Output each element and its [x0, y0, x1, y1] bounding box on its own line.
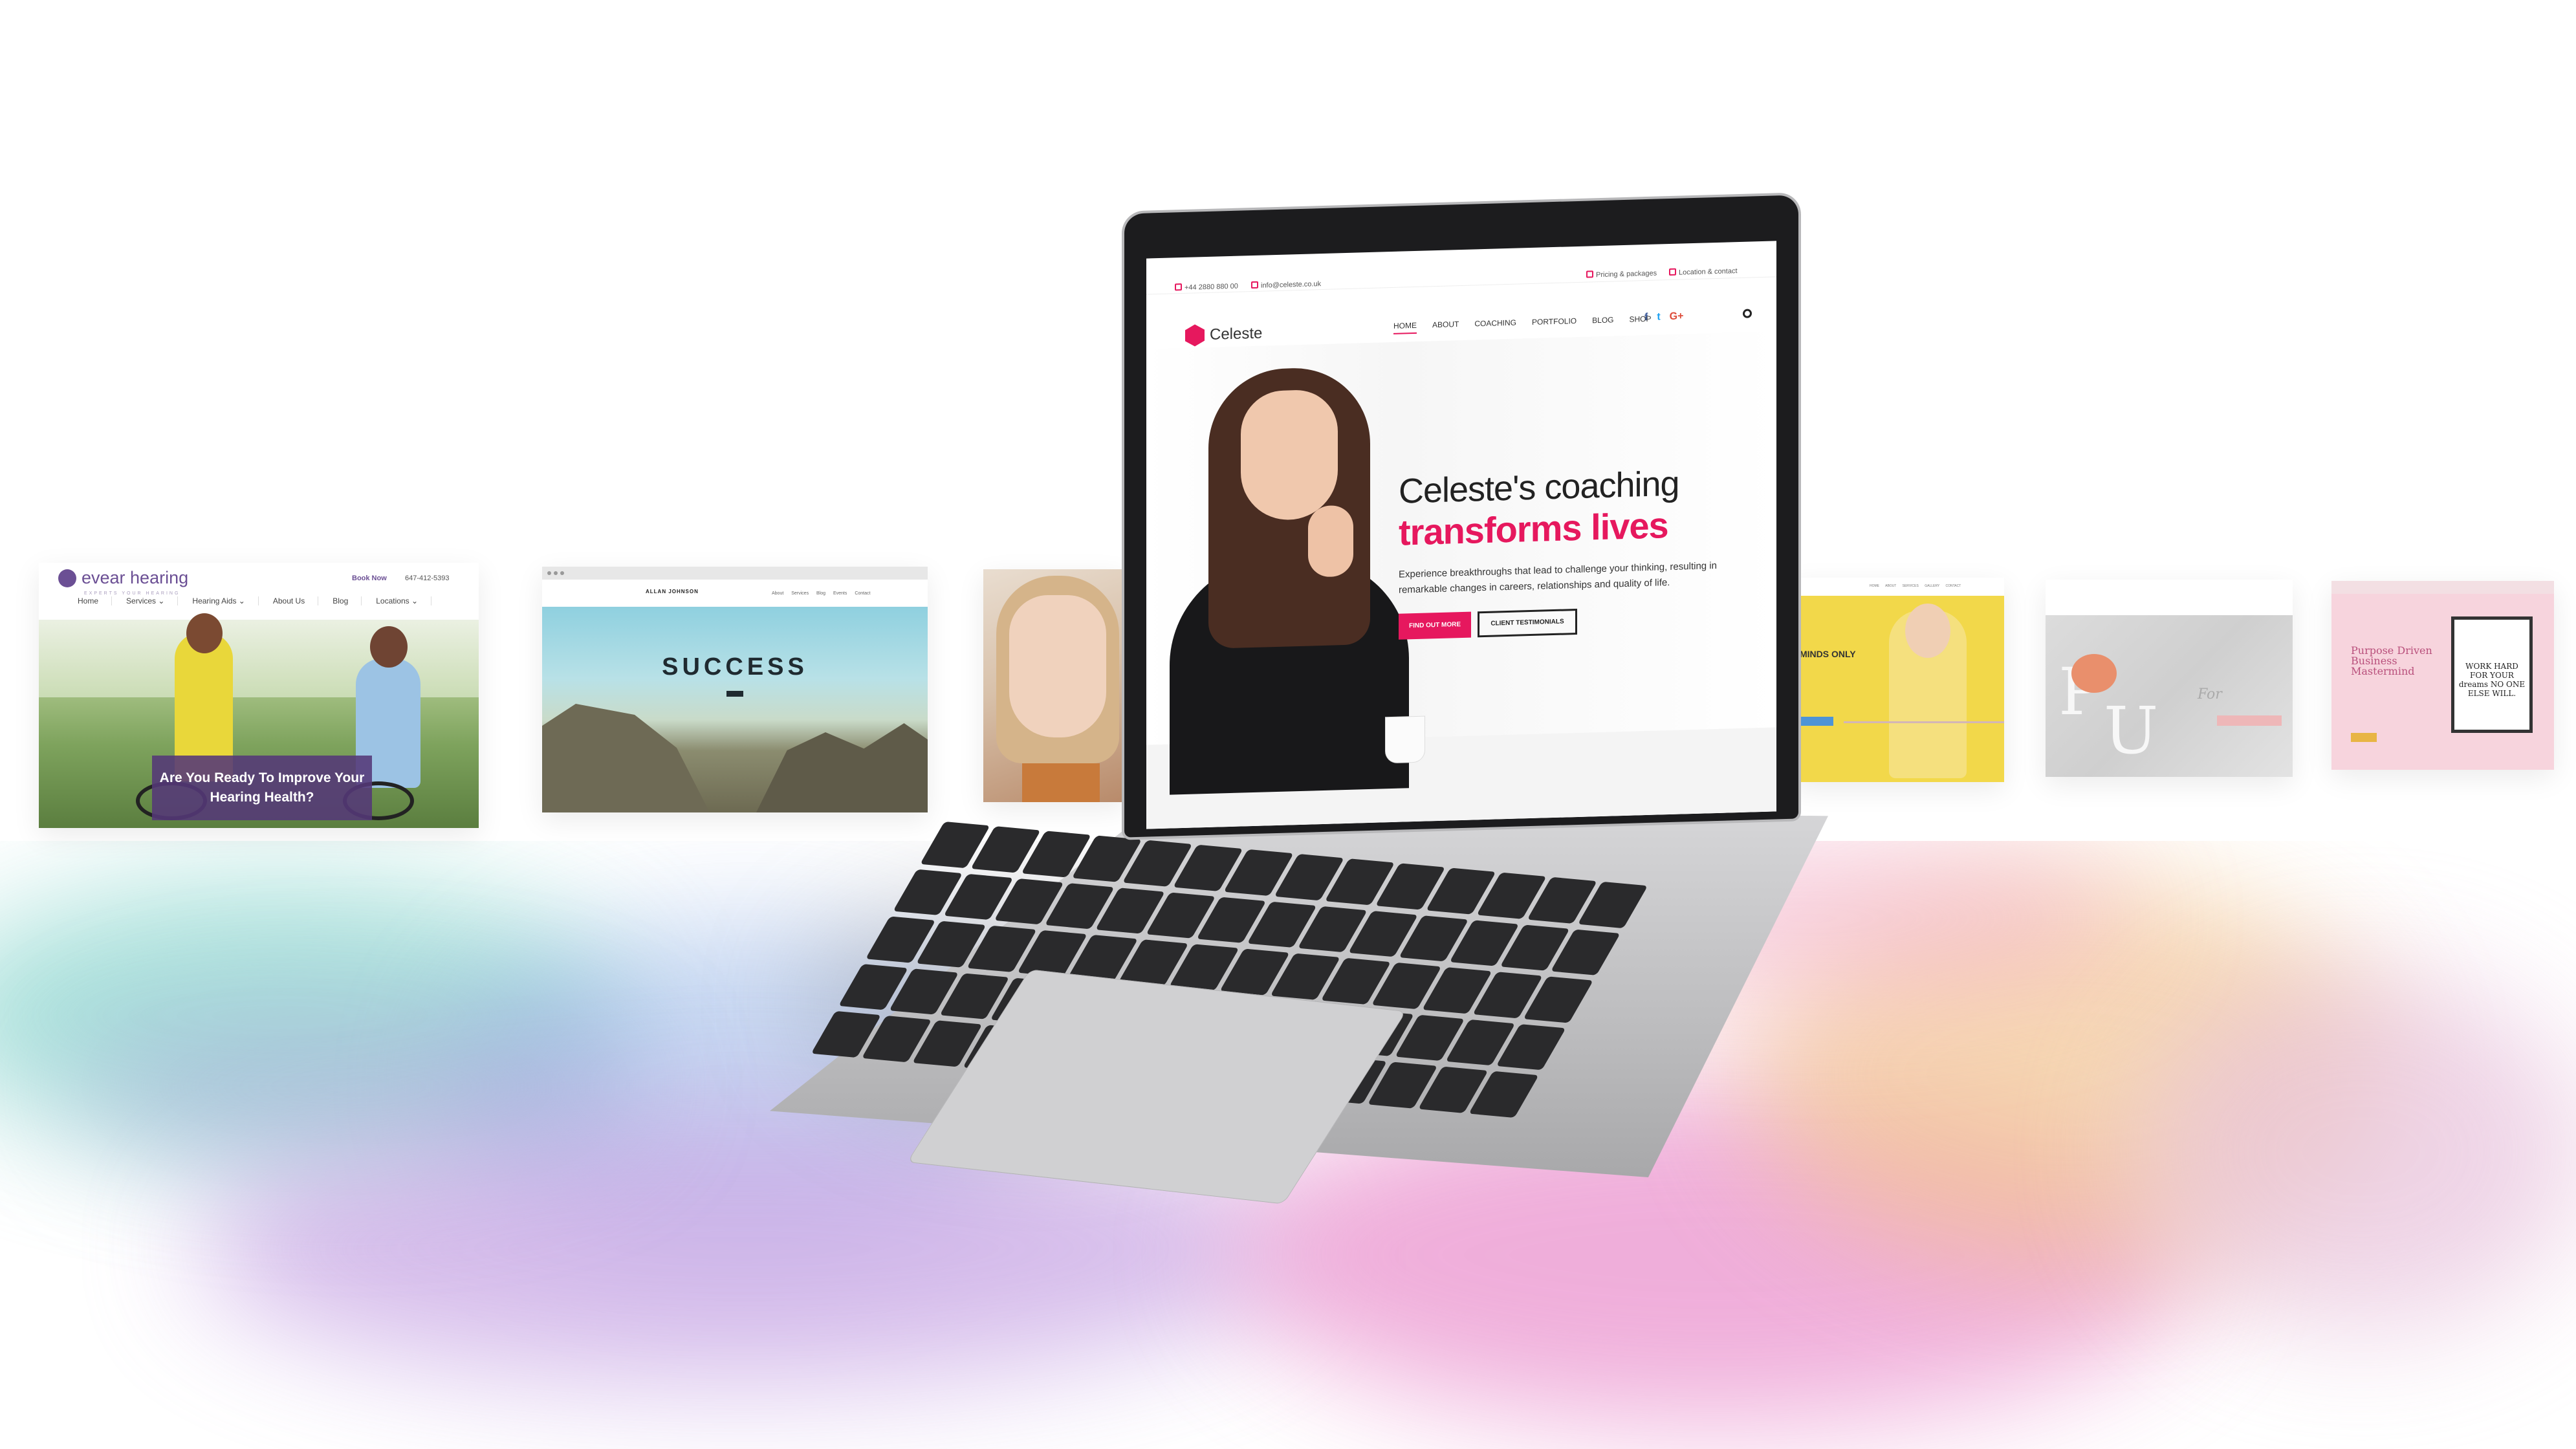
coffee-mug — [1386, 716, 1424, 763]
success-hero-image: SUCCESS — [542, 607, 928, 812]
evear-website-panel[interactable]: evear hearing EXPERTS YOUR HEARING Book … — [39, 563, 479, 828]
pink-quote-text: WORK HARD FOR YOUR dreams NO ONE ELSE WI… — [2458, 662, 2526, 698]
evear-nav-item[interactable]: About Us — [273, 596, 319, 605]
flowers-website-panel[interactable]: P U For — [2046, 580, 2293, 777]
reflection-blob — [2135, 970, 2576, 1333]
beauty-product — [1022, 763, 1100, 802]
evear-tagline: EXPERTS YOUR HEARING — [84, 591, 180, 596]
divider — [1844, 721, 2004, 723]
hero-heading-line2: transforms lives — [1399, 505, 1668, 553]
evear-logo: evear hearing — [58, 568, 188, 588]
evear-hero-image: Are You Ready To Improve Your Hearing He… — [39, 613, 479, 828]
nav-item-about[interactable]: ABOUT — [1432, 320, 1459, 333]
main-nav: HOME ABOUT COACHING PORTFOLIO BLOG SHOP — [1393, 314, 1652, 334]
pink-nav[interactable] — [2331, 581, 2554, 594]
pink-cta-button[interactable] — [2351, 733, 2377, 742]
topbar-email-text: info@celeste.co.uk — [1261, 280, 1322, 290]
evear-nav-item[interactable]: Hearing Aids ⌄ — [192, 596, 259, 605]
logo-text: Celeste — [1210, 324, 1263, 343]
laptop-screen[interactable]: +44 2880 880 00 info@celeste.co.uk Prici… — [1146, 241, 1776, 829]
flowers-script-text: For — [2198, 686, 2222, 703]
topbar-email[interactable]: info@celeste.co.uk — [1251, 279, 1321, 290]
search-icon[interactable] — [1743, 309, 1752, 318]
laptop-lid: +44 2880 880 00 info@celeste.co.uk Prici… — [1124, 195, 1798, 838]
topbar-pricing-text: Pricing & packages — [1596, 269, 1657, 279]
evear-nav-item[interactable]: Locations ⌄ — [376, 596, 432, 605]
flowers-cta-button[interactable] — [2217, 715, 2282, 726]
nav-item-blog[interactable]: BLOG — [1592, 315, 1613, 329]
rock-formation — [542, 704, 710, 812]
phone-icon — [1175, 283, 1182, 291]
evear-cyclist-woman-head — [186, 613, 223, 653]
mail-icon — [1251, 281, 1258, 289]
beauty-model-face — [1009, 595, 1106, 737]
success-website-panel[interactable]: ALLAN JOHNSON About Services Blog Events… — [542, 567, 928, 812]
browser-bar — [542, 567, 928, 580]
tag-icon — [1586, 270, 1593, 278]
browser-dot-icon — [560, 571, 564, 575]
topbar-phone-text: +44 2880 880 00 — [1184, 282, 1238, 292]
topbar-location-link[interactable]: Location & contact — [1669, 267, 1738, 277]
social-links: f t G+ — [1644, 310, 1683, 323]
evear-nav-item[interactable]: Services ⌄ — [126, 596, 179, 605]
google-plus-icon[interactable]: G+ — [1670, 310, 1684, 323]
yellow-model-head — [1905, 604, 1950, 658]
topbar-location-text: Location & contact — [1679, 267, 1738, 277]
success-nav[interactable]: About Services Blog Events Contact — [772, 591, 870, 596]
hero-description: Experience breakthroughs that lead to ch… — [1399, 560, 1717, 596]
evear-nav-item[interactable]: Home — [78, 596, 113, 605]
browser-dot-icon — [547, 571, 551, 575]
hero-section: Celeste's coaching transforms lives Expe… — [1146, 331, 1776, 829]
evear-book-now-button[interactable]: Book Now — [352, 574, 387, 582]
topbar-phone[interactable]: +44 2880 880 00 — [1175, 282, 1238, 292]
client-testimonials-button[interactable]: CLIENT TESTIMONIALS — [1478, 609, 1577, 638]
beauty-website-panel[interactable] — [983, 569, 1126, 802]
flowers-bouquet — [2071, 654, 2117, 693]
location-icon — [1669, 268, 1676, 276]
topbar-pricing-link[interactable]: Pricing & packages — [1586, 269, 1657, 279]
flowers-nav[interactable] — [2046, 580, 2293, 615]
yellow-nav[interactable]: HOME ABOUT SERVICES GALLERY CONTACT — [1792, 578, 2004, 596]
success-title: SUCCESS — [662, 653, 808, 681]
nav-item-portfolio[interactable]: PORTFOLIO — [1532, 316, 1577, 331]
evear-cyclist-man-head — [370, 626, 408, 668]
celeste-logo-icon — [1185, 324, 1205, 347]
nav-item-coaching[interactable]: COACHING — [1474, 318, 1516, 332]
nav-item-home[interactable]: HOME — [1393, 320, 1417, 334]
reflection-blob — [65, 1003, 647, 1171]
rock-formation — [756, 723, 928, 812]
decor-letter: U — [2104, 693, 2159, 768]
find-out-more-button[interactable]: FIND OUT MORE — [1399, 611, 1471, 640]
evear-hero-cta: Are You Ready To Improve Your Hearing He… — [152, 756, 372, 820]
flowers-hero-image: P U For — [2046, 615, 2293, 777]
top-contact-bar: +44 2880 880 00 info@celeste.co.uk Prici… — [1146, 241, 1776, 295]
evear-nav: Home Services ⌄ Hearing Aids ⌄ About Us … — [78, 596, 432, 605]
success-brand: ALLAN JOHNSON — [646, 589, 699, 594]
facebook-icon[interactable]: f — [1644, 312, 1648, 323]
pink-website-panel[interactable]: Purpose Driven Business Mastermind WORK … — [2331, 581, 2554, 770]
celeste-logo[interactable]: Celeste — [1185, 323, 1262, 347]
evear-phone: 647-412-5393 — [405, 574, 450, 582]
browser-dot-icon — [554, 571, 558, 575]
evear-brand: evear hearing — [82, 568, 189, 587]
twitter-icon[interactable]: t — [1657, 311, 1660, 323]
yellow-website-panel[interactable]: HOME ABOUT SERVICES GALLERY CONTACT MIND… — [1792, 578, 2004, 782]
yellow-cta-button[interactable] — [1800, 717, 1833, 726]
hero-woman-face — [1241, 389, 1338, 521]
success-hero-button[interactable] — [726, 691, 743, 697]
hero-woman-hand — [1308, 505, 1353, 578]
pink-headline: Purpose Driven Business Mastermind — [2351, 644, 2432, 677]
evear-logo-icon — [58, 569, 76, 587]
yellow-headline: MINDS ONLY — [1800, 649, 1856, 659]
evear-nav-item[interactable]: Blog — [333, 596, 362, 605]
